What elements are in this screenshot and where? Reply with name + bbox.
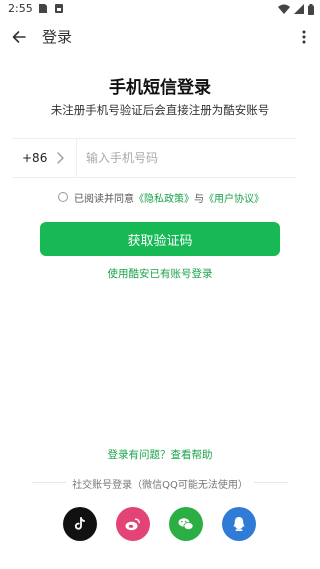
social-login-label: 社交账号登录（微信QQ可能无法使用）: [72, 480, 248, 491]
weibo-login-button[interactable]: [116, 507, 150, 541]
more-vertical-icon: [302, 30, 306, 44]
agreement-prefix: 已阅读并同意: [74, 193, 134, 205]
tiktok-icon: [74, 517, 86, 530]
wifi-icon: [278, 4, 290, 14]
status-bar: 2:55: [0, 0, 320, 18]
help-link[interactable]: 登录有问题？查看帮助: [0, 447, 320, 462]
qq-icon: [233, 517, 245, 531]
phone-row: +86: [12, 138, 296, 178]
chevron-right-icon[interactable]: [55, 151, 65, 165]
user-agreement-link[interactable]: 《用户协议》: [204, 190, 264, 205]
existing-account-login-link[interactable]: 使用酷安已有账号登录: [0, 266, 320, 281]
agreement-checkbox[interactable]: [58, 192, 68, 202]
page-title: 登录: [42, 28, 73, 46]
login-subtitle: 未注册手机号验证后会直接注册为酷安账号: [50, 103, 270, 117]
divider: [76, 139, 77, 177]
back-button[interactable]: [6, 24, 32, 50]
weibo-icon: [125, 518, 140, 531]
qq-login-button[interactable]: [222, 507, 256, 541]
login-title: 手机短信登录: [109, 78, 211, 98]
notification-icon: [39, 4, 47, 13]
agreement-and: 与: [194, 193, 204, 205]
agreement-row: 已阅读并同意 《隐私政策》 与 《用户协议》: [58, 189, 264, 205]
battery-icon: [308, 3, 314, 15]
privacy-policy-link[interactable]: 《隐私政策》: [134, 190, 194, 205]
signal-icon: [294, 4, 304, 14]
app-bar: 登录: [0, 20, 320, 52]
status-right: [278, 3, 314, 15]
get-code-button[interactable]: 获取验证码: [40, 222, 280, 256]
arrow-left-icon: [12, 31, 26, 43]
sim-icon: [55, 4, 63, 13]
status-time: 2:55: [8, 2, 33, 15]
more-menu-button[interactable]: [294, 24, 314, 50]
tiktok-login-button[interactable]: [63, 507, 97, 541]
wechat-login-button[interactable]: [169, 507, 203, 541]
country-code-selector[interactable]: +86: [22, 151, 47, 165]
wechat-icon: [178, 518, 194, 530]
phone-input[interactable]: [86, 148, 286, 168]
